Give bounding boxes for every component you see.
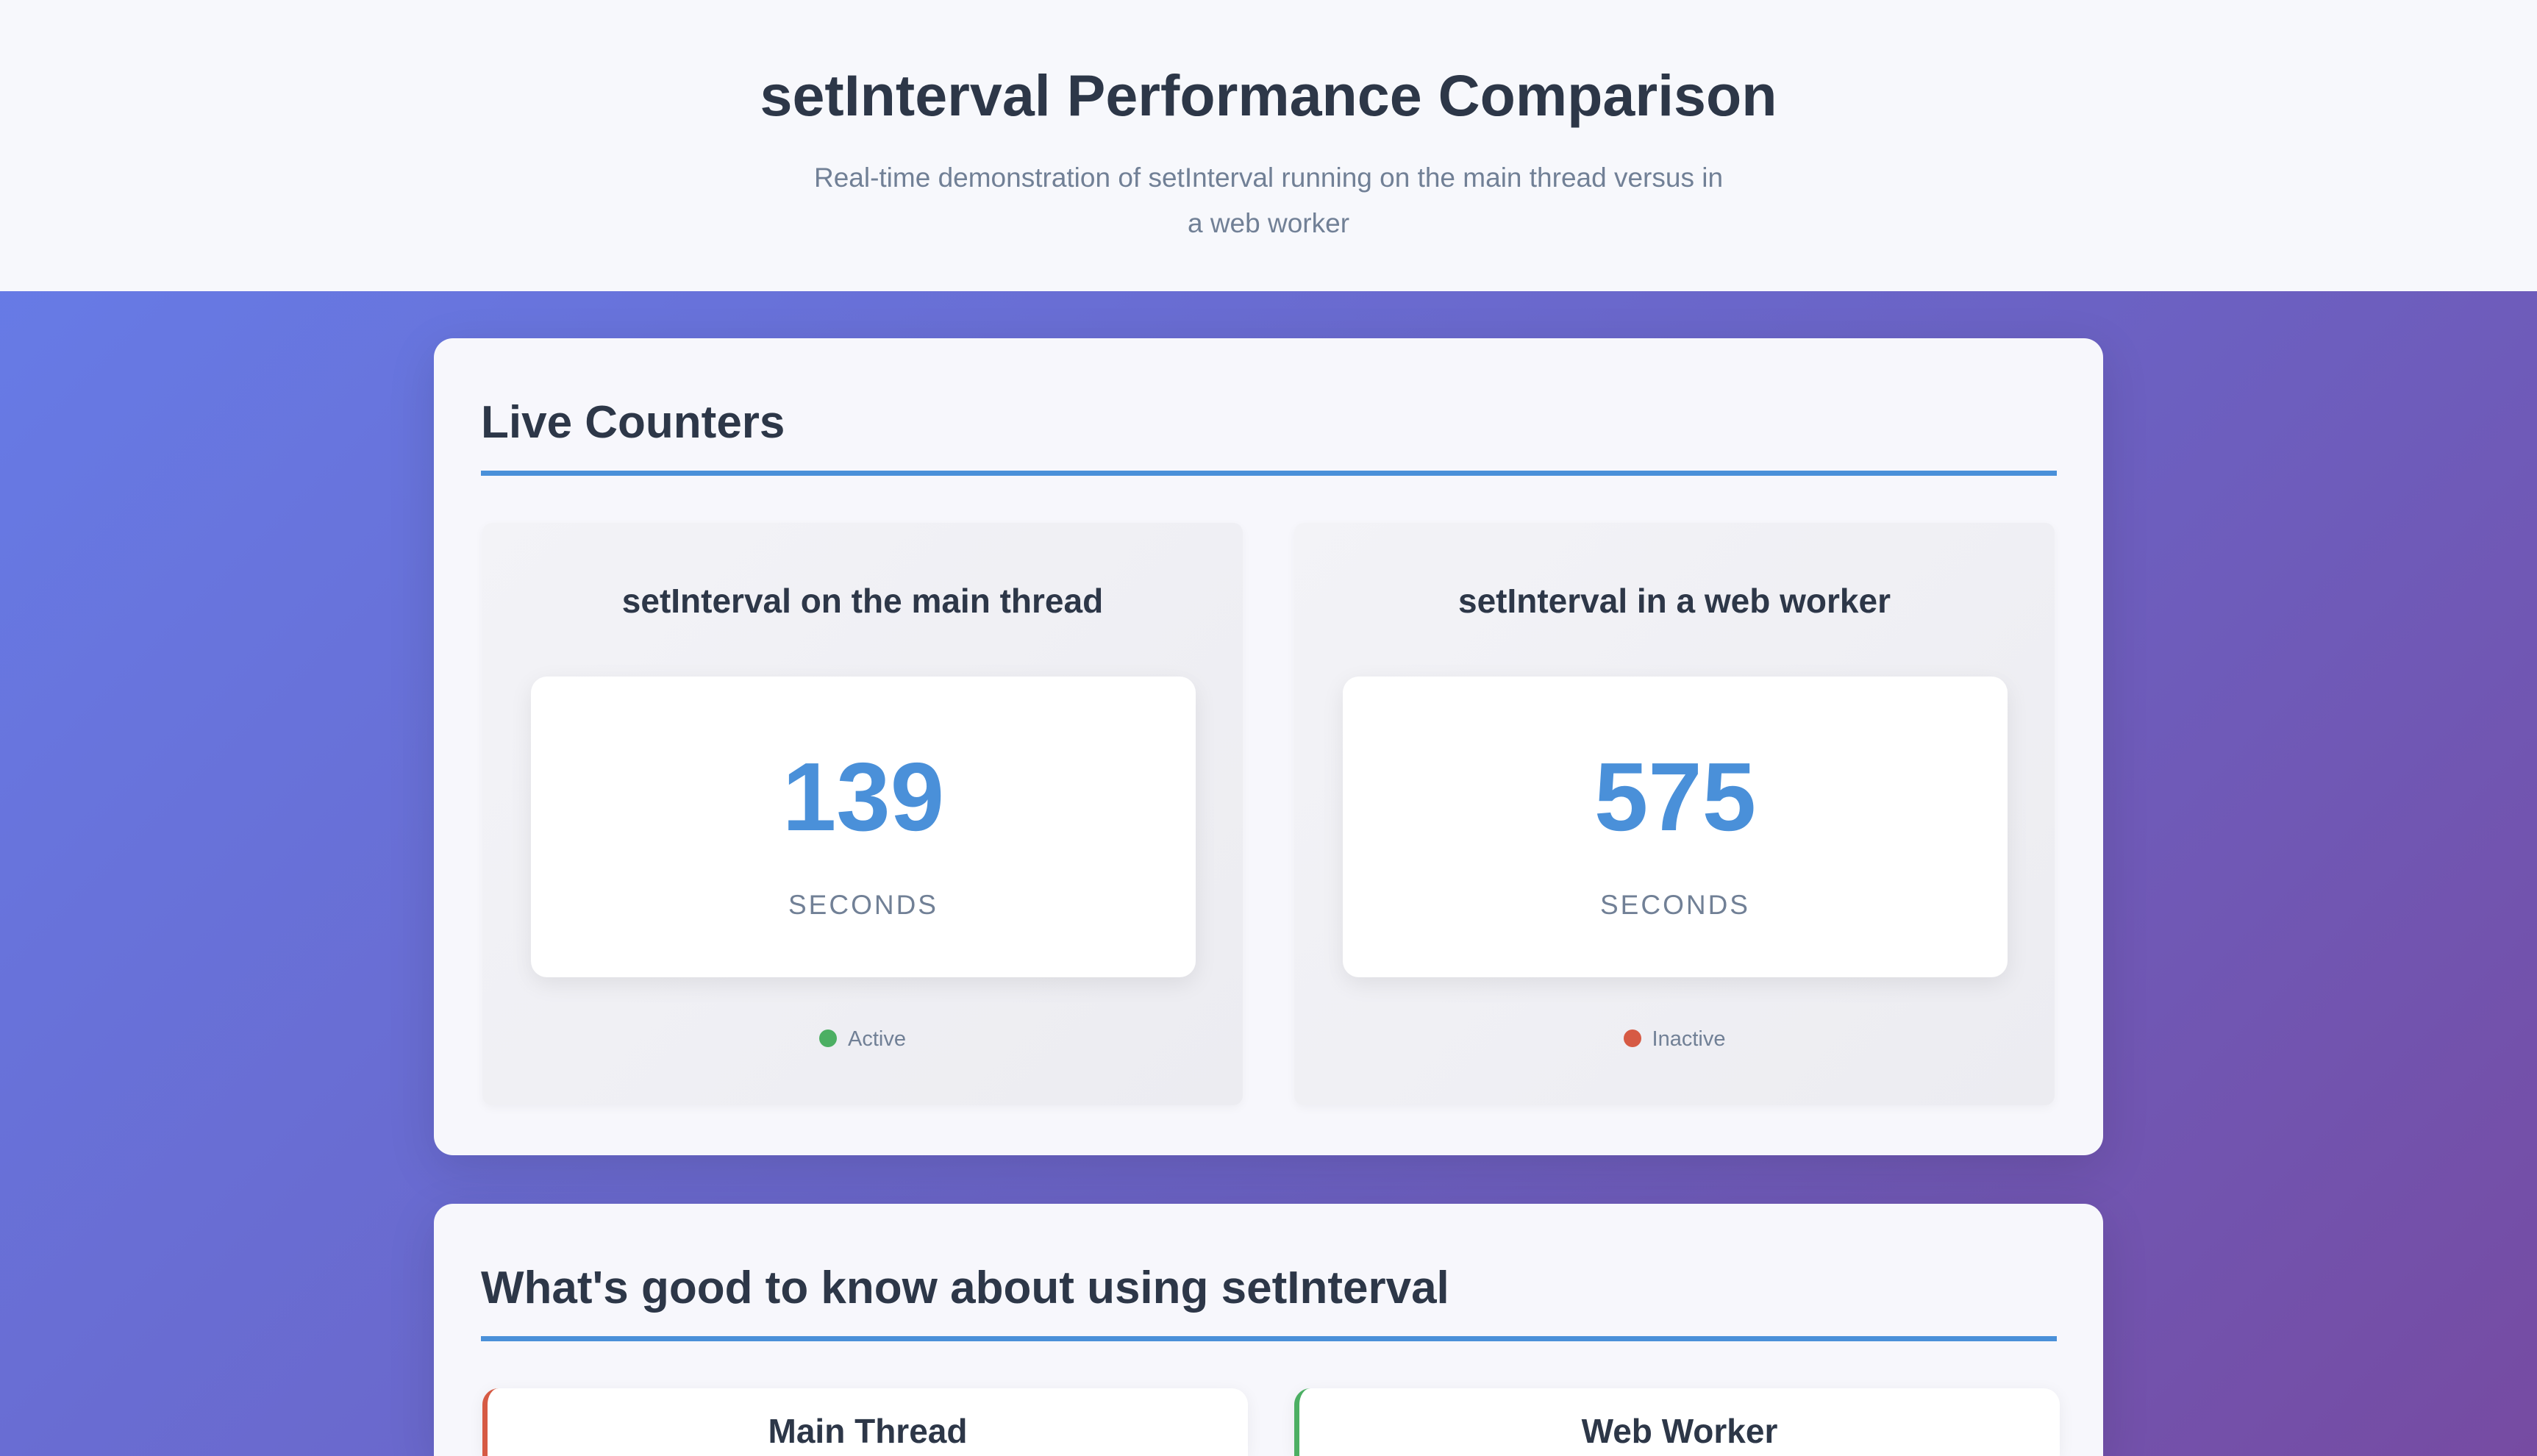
info-card: What's good to know about using setInter… (434, 1204, 2103, 1456)
web-worker-info: Web Worker (1294, 1388, 2060, 1456)
web-worker-panel: setInterval in a web worker 575 SECONDS … (1294, 523, 2055, 1105)
status-dot-icon (819, 1029, 837, 1047)
live-counters-card: Live Counters setInterval on the main th… (434, 338, 2103, 1155)
main-thread-info: Main Thread (482, 1388, 1248, 1456)
counter-box: 139 SECONDS (531, 677, 1196, 977)
section-title: Live Counters (481, 397, 785, 448)
panel-title: setInterval on the main thread (621, 582, 1104, 620)
counter-unit: SECONDS (1600, 890, 1750, 920)
page: setInterval Performance Comparison Real-… (0, 0, 2537, 1456)
divider (481, 471, 2057, 476)
status-dot-icon (1623, 1029, 1641, 1047)
status-indicator: Inactive (1294, 1027, 2055, 1052)
counter-value: 139 (782, 743, 945, 851)
info-title: Main Thread (768, 1412, 968, 1450)
counter-box: 575 SECONDS (1343, 677, 2008, 977)
counter-unit: SECONDS (788, 890, 938, 920)
info-title: Web Worker (1581, 1412, 1778, 1450)
section-title: What's good to know about using setInter… (481, 1263, 1449, 1313)
page-title: setInterval Performance Comparison (760, 63, 1777, 128)
counter-value: 575 (1594, 743, 1757, 851)
header: setInterval Performance Comparison Real-… (0, 0, 2537, 291)
status-text: Inactive (1652, 1027, 1726, 1051)
status-indicator: Active (482, 1027, 1243, 1052)
status-text: Active (848, 1027, 906, 1051)
page-subtitle: Real-time demonstration of setInterval r… (813, 163, 1724, 238)
panel-title: setInterval in a web worker (1457, 582, 1891, 620)
main-thread-panel: setInterval on the main thread 139 SECON… (482, 523, 1243, 1105)
divider (481, 1336, 2057, 1341)
